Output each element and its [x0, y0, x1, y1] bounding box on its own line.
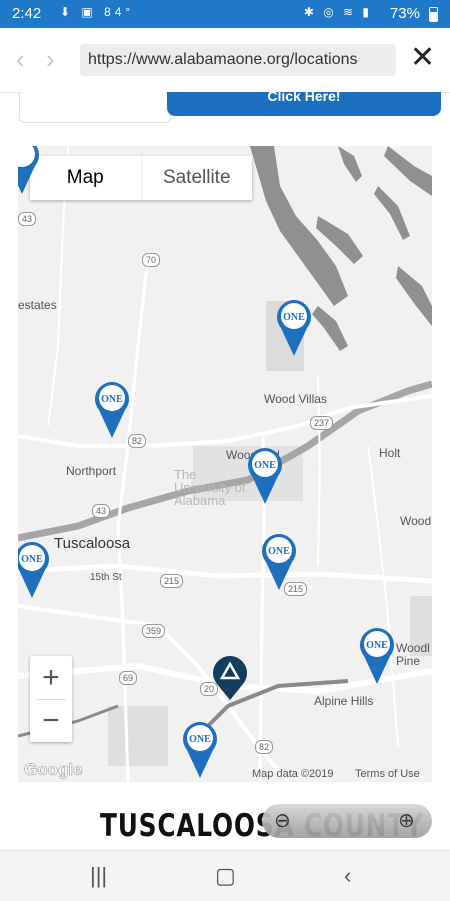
- route-shield: 359: [142, 624, 166, 638]
- route-shield: 82: [128, 434, 147, 448]
- location-marker-icon[interactable]: ONE: [276, 298, 312, 358]
- home-icon[interactable]: ▢: [215, 863, 236, 889]
- zoom-out-magnifier-icon[interactable]: ⊖: [274, 808, 291, 833]
- route-shield: 82: [255, 740, 274, 754]
- route-shield: 69: [119, 671, 138, 685]
- map-label-estates: estates: [18, 298, 57, 312]
- map-label-wood-right: Wood: [400, 514, 432, 528]
- terms-of-use-link[interactable]: Terms of Use: [355, 768, 420, 780]
- battery-percent: 73%: [389, 5, 420, 22]
- location-marker-icon[interactable]: ONE: [182, 720, 218, 780]
- zoom-in-button[interactable]: +: [30, 656, 72, 699]
- map-label-15th-st: 15th St: [90, 572, 122, 583]
- location-marker-icon[interactable]: ONE: [247, 446, 283, 506]
- location-marker-icon[interactable]: ONE: [18, 540, 50, 600]
- map-type-map-button[interactable]: Map: [30, 156, 142, 200]
- selected-location-marker-icon[interactable]: [212, 654, 248, 714]
- location-marker-icon[interactable]: ONE: [94, 380, 130, 440]
- route-shield: 215: [160, 574, 184, 588]
- svg-text:ONE: ONE: [366, 640, 388, 651]
- temperature: 84°: [104, 5, 135, 19]
- svg-text:ONE: ONE: [283, 312, 305, 323]
- notification-icons: ⬇ ▣ 84°: [60, 5, 135, 19]
- map-label-wood-villas: Wood Villas: [264, 392, 327, 406]
- zoom-in-magnifier-icon[interactable]: ⊕: [398, 808, 415, 833]
- status-bar: 2:42 ⬇ ▣ 84° ✱ ◎ ≋ ▮ 73%: [0, 0, 450, 28]
- map-label-woodland-pine: Woodl Pine: [396, 641, 430, 668]
- map-label-northport: Northport: [66, 464, 117, 478]
- map-label-university: The University of Alabama: [174, 467, 246, 508]
- back-nav-icon[interactable]: ‹: [344, 863, 351, 889]
- route-shield: 43: [18, 212, 37, 226]
- svg-text:ONE: ONE: [189, 734, 211, 745]
- svg-text:ONE: ONE: [268, 546, 290, 557]
- map-type-control: Map Satellite: [30, 156, 252, 200]
- clock: 2:42: [12, 5, 42, 22]
- route-shield: 43: [92, 504, 111, 518]
- zoom-out-button[interactable]: −: [30, 699, 72, 742]
- route-shield: 237: [310, 416, 334, 430]
- svg-text:ONE: ONE: [21, 554, 43, 565]
- click-here-button[interactable]: Click Here!: [167, 92, 441, 116]
- zoom-control: + −: [30, 656, 72, 742]
- android-nav-bar: ||| ▢ ‹: [0, 850, 450, 901]
- recent-apps-icon[interactable]: |||: [90, 863, 107, 889]
- previous-card: [19, 92, 171, 123]
- location-marker-icon[interactable]: ONE: [359, 626, 395, 686]
- google-logo: Google: [24, 760, 83, 780]
- battery-icon: [429, 7, 438, 22]
- forward-icon[interactable]: ›: [46, 46, 55, 72]
- back-icon[interactable]: ‹: [16, 46, 25, 72]
- svg-text:ONE: ONE: [254, 460, 276, 471]
- location-marker-icon[interactable]: ONE: [261, 532, 297, 592]
- svg-text:ONE: ONE: [101, 394, 123, 405]
- map-type-satellite-button[interactable]: Satellite: [142, 156, 253, 200]
- close-icon[interactable]: ✕: [410, 43, 435, 73]
- connectivity-icons: ✱ ◎ ≋ ▮: [303, 5, 372, 19]
- route-shield: 70: [142, 253, 161, 267]
- url-field[interactable]: https://www.alabamaone.org/locations: [80, 44, 396, 76]
- page-zoom-overlay: ⊖ ⊕: [262, 804, 432, 838]
- location-marker-icon[interactable]: [18, 146, 40, 196]
- map-label-tuscaloosa: Tuscaloosa: [54, 535, 131, 552]
- browser-toolbar: ‹ › https://www.alabamaone.org/locations…: [0, 28, 450, 93]
- map-data-attribution: Map data ©2019: [252, 768, 334, 780]
- zoom-divider: [36, 699, 66, 700]
- map[interactable]: Map Satellite estates Wood Villas Holt N…: [18, 146, 432, 782]
- map-label-holt: Holt: [379, 446, 401, 460]
- map-label-alpine-hills: Alpine Hills: [314, 694, 374, 708]
